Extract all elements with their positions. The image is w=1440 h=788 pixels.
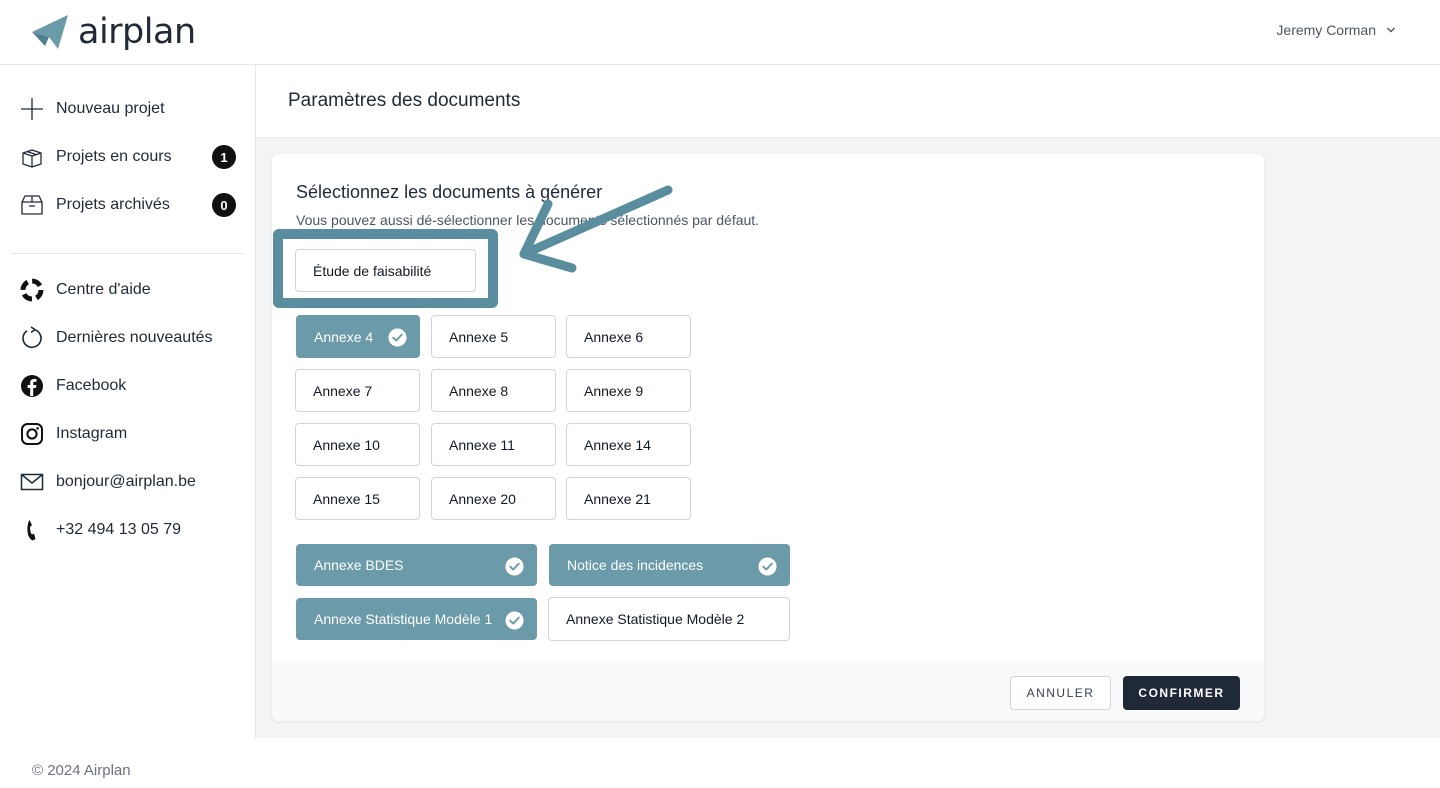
sidebar-item-email[interactable]: bonjour@airplan.be: [20, 466, 236, 498]
check-circle-icon: [505, 611, 524, 630]
user-name: Jeremy Corman: [1276, 22, 1376, 38]
sidebar-item-label: Projets en cours: [56, 148, 172, 165]
doc-label: Annexe 9: [584, 382, 644, 399]
doc-label: Annexe 11: [449, 436, 515, 453]
logo-text: airplan: [78, 12, 196, 52]
doc-annexe-10[interactable]: Annexe 10: [295, 423, 420, 466]
doc-label: Annexe 6: [584, 328, 644, 345]
page-title: Paramètres des documents: [288, 90, 521, 111]
doc-annexe-statistique-1[interactable]: Annexe Statistique Modèle 1: [296, 598, 537, 640]
doc-annexe-15[interactable]: Annexe 15: [295, 477, 420, 520]
doc-annexe-20[interactable]: Annexe 20: [431, 477, 556, 520]
doc-annexe-8[interactable]: Annexe 8: [431, 369, 556, 412]
check-circle-icon: [505, 557, 524, 576]
sidebar-item-label: bonjour@airplan.be: [56, 473, 196, 490]
sidebar-item-facebook[interactable]: Facebook: [20, 370, 236, 402]
doc-label: Notice des incidences: [567, 557, 704, 573]
doc-annexe-9[interactable]: Annexe 9: [566, 369, 691, 412]
doc-annexe-6[interactable]: Annexe 6: [566, 315, 691, 358]
sidebar-item-dernieres-nouveautes[interactable]: Dernières nouveautés: [20, 322, 236, 354]
card-subtitle: Vous pouvez aussi dé-sélectionner les do…: [296, 212, 760, 228]
doc-annexe-bdes[interactable]: Annexe BDES: [296, 544, 537, 586]
sidebar-item-phone[interactable]: +32 494 13 05 79: [20, 514, 236, 546]
refresh-icon: [20, 326, 44, 350]
user-menu[interactable]: Jeremy Corman: [1276, 22, 1396, 38]
doc-annexe-11[interactable]: Annexe 11: [431, 423, 556, 466]
phone-icon: [20, 518, 44, 542]
doc-label: Annexe 14: [584, 436, 651, 453]
sidebar-item-label: Nouveau projet: [56, 100, 165, 117]
sidebar-item-label: Projets archivés: [56, 196, 170, 213]
sidebar-divider: [12, 253, 243, 254]
doc-annexe-5[interactable]: Annexe 5: [431, 315, 556, 358]
mail-icon: [20, 470, 44, 494]
main-content: Paramètres des documents Sélectionnez le…: [256, 65, 1440, 738]
check-circle-icon: [388, 328, 407, 347]
doc-etude-faisabilite[interactable]: Étude de faisabilité: [295, 249, 476, 292]
sidebar: Nouveau projet Projets en cours 1 Projet…: [0, 65, 256, 738]
plus-icon: [20, 97, 44, 121]
doc-label: Annexe Statistique Modèle 2: [566, 611, 745, 627]
page-header: Paramètres des documents: [256, 65, 1440, 138]
doc-annexe-21[interactable]: Annexe 21: [566, 477, 691, 520]
doc-label: Annexe 7: [313, 382, 373, 399]
doc-annexe-14[interactable]: Annexe 14: [566, 423, 691, 466]
card-footer: ANNULER CONFIRMER: [272, 662, 1264, 721]
doc-label: Annexe 15: [313, 490, 380, 507]
doc-label: Annexe 21: [584, 490, 651, 507]
airplan-logo[interactable]: airplan: [32, 12, 196, 52]
doc-annexe-4[interactable]: Annexe 4: [296, 315, 420, 358]
sidebar-item-projets-archives[interactable]: Projets archivés 0: [20, 189, 236, 221]
doc-label: Annexe 20: [449, 490, 516, 507]
sidebar-item-centre-aide[interactable]: Centre d'aide: [20, 274, 236, 306]
sidebar-item-nouveau-projet[interactable]: Nouveau projet: [20, 93, 236, 125]
documents-card: Sélectionnez les documents à générer Vou…: [272, 154, 1264, 721]
sidebar-item-label: Centre d'aide: [56, 281, 151, 298]
sidebar-item-label: +32 494 13 05 79: [56, 521, 182, 538]
lifebuoy-icon: [20, 278, 44, 302]
check-circle-icon: [758, 557, 777, 576]
count-badge: 0: [212, 193, 236, 217]
sidebar-item-projets-en-cours[interactable]: Projets en cours 1: [20, 141, 236, 173]
count-badge: 1: [212, 145, 236, 169]
instagram-icon: [20, 422, 44, 446]
doc-label: Étude de faisabilité: [313, 262, 432, 279]
doc-label: Annexe 10: [313, 436, 380, 453]
facebook-icon: [20, 374, 44, 398]
chevron-down-icon: [1387, 27, 1395, 33]
paper-plane-icon: [32, 15, 68, 49]
sidebar-item-label: Facebook: [56, 377, 127, 394]
sidebar-item-instagram[interactable]: Instagram: [20, 418, 236, 450]
confirm-button[interactable]: CONFIRMER: [1123, 676, 1240, 710]
doc-label: Annexe BDES: [314, 557, 404, 573]
sidebar-item-label: Dernières nouveautés: [56, 329, 213, 346]
sidebar-item-label: Instagram: [56, 425, 128, 442]
doc-label: Annexe 4: [314, 328, 374, 345]
card-title: Sélectionnez les documents à générer: [296, 182, 603, 202]
page-footer: © 2024 Airplan: [0, 738, 1440, 788]
copyright-text: © 2024 Airplan: [32, 762, 131, 779]
cancel-button[interactable]: ANNULER: [1010, 676, 1111, 710]
doc-notice-incidences[interactable]: Notice des incidences: [549, 544, 790, 586]
archive-box-icon: [20, 193, 44, 217]
top-header: airplan Jeremy Corman: [0, 0, 1440, 65]
doc-label: Annexe 5: [449, 328, 509, 345]
box-open-icon: [20, 145, 44, 169]
doc-label: Annexe 8: [449, 382, 509, 399]
doc-annexe-7[interactable]: Annexe 7: [295, 369, 420, 412]
doc-annexe-statistique-2[interactable]: Annexe Statistique Modèle 2: [548, 597, 790, 641]
doc-label: Annexe Statistique Modèle 1: [314, 611, 493, 627]
